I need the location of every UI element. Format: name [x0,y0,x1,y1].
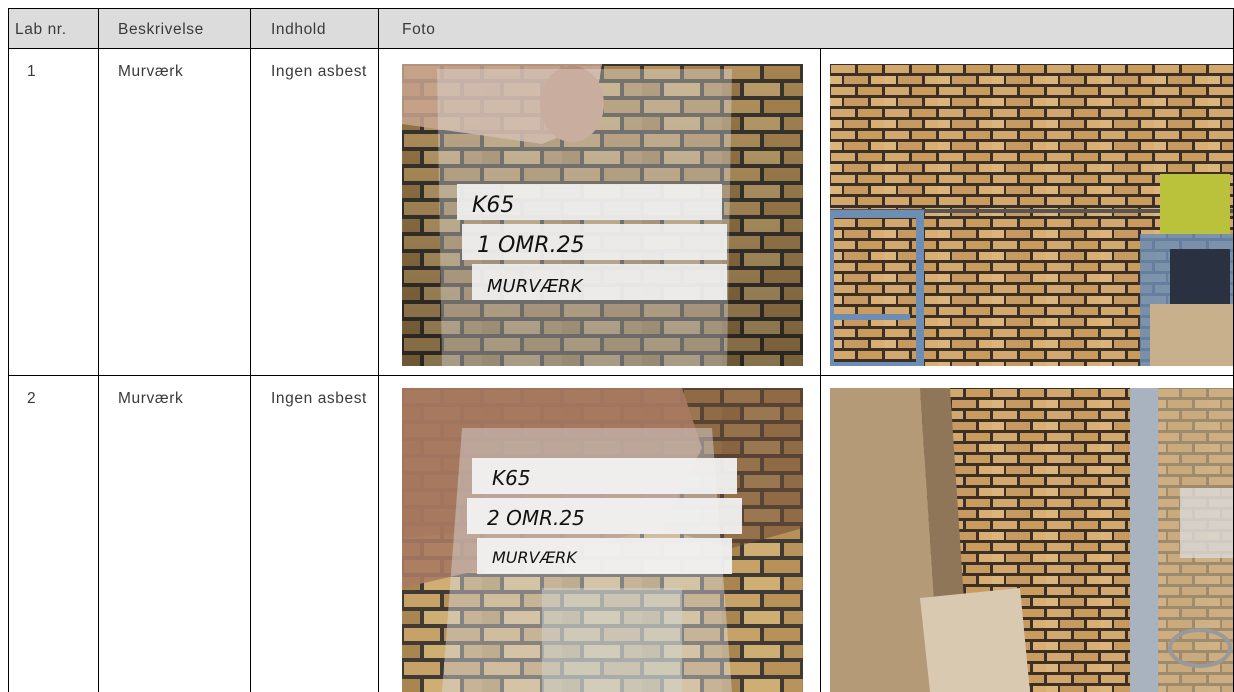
bag-label-line2: 2 OMR.25 [487,506,585,530]
grid-line [8,8,1234,9]
sample-bag-photo: K65 2 OMR.25 MURVÆRK [402,388,803,692]
sample-bag-photo: K65 1 OMR.25 MURVÆRK [402,64,803,366]
bag-label-line2: 1 OMR.25 [477,233,585,258]
grid-line [8,8,9,692]
bag-label-line1: K65 [492,466,531,490]
row1-lab-nr: 1 [27,63,37,80]
grid-line [98,8,99,692]
bag-label-line1: K65 [472,193,514,218]
header-foto: Foto [402,21,436,38]
grid-line [378,8,379,692]
grid-line [820,48,821,692]
grid-line [8,375,1234,376]
brick-wall-corner-photo [830,388,1233,692]
row2-indhold: Ingen asbest [271,390,367,407]
row1-beskrivelse: Murværk [118,63,184,80]
row2-beskrivelse: Murværk [118,390,184,407]
sample-table: Lab nr. Beskrivelse Indhold Foto 1 Murvæ… [8,8,1234,692]
header-lab-nr: Lab nr. [15,21,67,38]
row2-lab-nr: 2 [27,390,37,407]
brick-wall-shelf-photo [830,64,1233,366]
bag-label-line3: MURVÆRK [492,548,578,567]
header-beskrivelse: Beskrivelse [118,21,204,38]
grid-line [250,8,251,692]
header-indhold: Indhold [271,21,327,38]
bag-label-line3: MURVÆRK [487,276,584,297]
grid-line [8,48,1234,49]
row1-indhold: Ingen asbest [271,63,367,80]
